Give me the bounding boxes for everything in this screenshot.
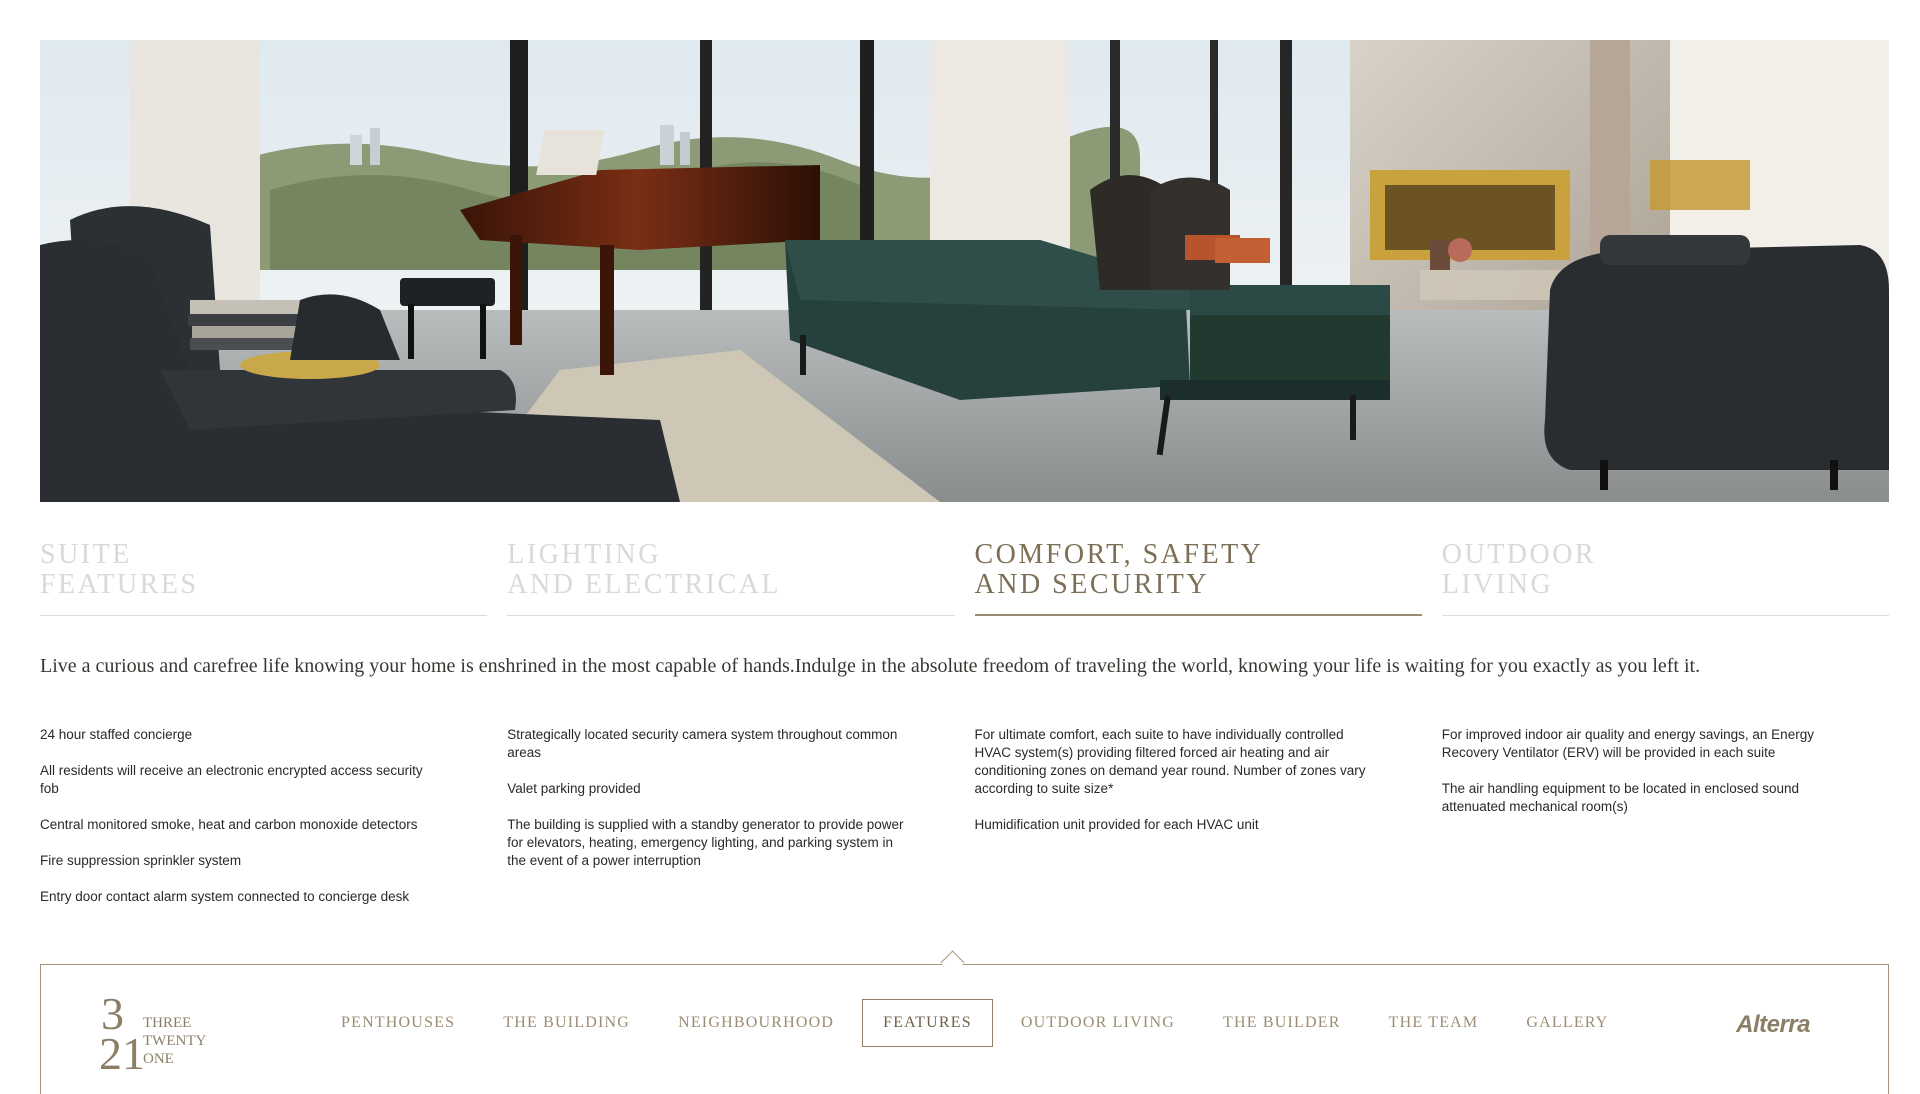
feature-item: For improved indoor air quality and ener… — [1441, 727, 1814, 760]
feature-item: 24 hour staffed concierge — [40, 727, 193, 742]
feature-item: Central monitored smoke, heat and carbon… — [40, 817, 418, 832]
nav-neighbourhood[interactable]: NEIGHBOURHOOD — [658, 1000, 854, 1046]
tab-lighting-electrical[interactable]: LIGHTING AND ELECTRICAL — [507, 539, 955, 616]
tab-comfort-safety-security[interactable]: COMFORT, SAFETY AND SECURITY — [974, 539, 1422, 616]
tab-label-line1: SUITE — [40, 539, 132, 570]
caret-up-icon — [940, 950, 965, 975]
feature-columns: 24 hour staffed concierge All residents … — [40, 726, 1889, 924]
nav-the-team[interactable]: THE TEAM — [1369, 1000, 1499, 1046]
feature-item: All residents will receive an electronic… — [40, 763, 423, 796]
feature-column: For improved indoor air quality and ener… — [1442, 726, 1889, 924]
logo-numeral-bottom: 21 — [99, 1028, 145, 1073]
feature-column: 24 hour staffed concierge All residents … — [40, 726, 487, 924]
feature-item: Strategically located security camera sy… — [507, 727, 898, 760]
feature-column: Strategically located security camera sy… — [507, 726, 954, 924]
main-nav: PENTHOUSES THE BUILDING NEIGHBOURHOOD FE… — [321, 999, 1637, 1047]
nav-the-building[interactable]: THE BUILDING — [483, 1000, 650, 1046]
logo-word: TWENTY — [143, 1033, 206, 1049]
nav-the-builder[interactable]: THE BUILDER — [1203, 1000, 1361, 1046]
feature-tabs: SUITE FEATURES LIGHTING AND ELECTRICAL C… — [40, 540, 1889, 616]
tab-label-line2: FEATURES — [40, 569, 199, 600]
tab-label-line1: COMFORT, SAFETY — [974, 539, 1264, 570]
tab-label-line1: LIGHTING — [507, 539, 661, 570]
logo-mark: 3 21 THREE TWENTY ONE — [99, 988, 206, 1079]
nav-penthouses[interactable]: PENTHOUSES — [321, 1000, 475, 1046]
tab-outdoor-living[interactable]: OUTDOOR LIVING — [1441, 539, 1889, 616]
feature-item: Humidification unit provided for each HV… — [974, 817, 1259, 832]
logo-word: ONE — [143, 1051, 174, 1067]
feature-column: For ultimate comfort, each suite to have… — [975, 726, 1422, 924]
nav-features[interactable]: FEATURES — [862, 999, 993, 1047]
tab-label-line2: LIVING — [1441, 569, 1554, 600]
feature-item: Entry door contact alarm system connecte… — [40, 889, 410, 904]
tab-label-line2: AND SECURITY — [974, 569, 1210, 600]
feature-item: For ultimate comfort, each suite to have… — [974, 727, 1366, 796]
logo-word: THREE — [143, 1015, 191, 1031]
nav-outdoor-living[interactable]: OUTDOOR LIVING — [1001, 1000, 1195, 1046]
tab-label-line1: OUTDOOR — [1441, 539, 1597, 570]
three-twenty-one-logo[interactable]: 3 21 THREE TWENTY ONE — [99, 983, 209, 1079]
feature-item: Fire suppression sprinkler system — [40, 853, 242, 868]
tab-suite-features[interactable]: SUITE FEATURES — [40, 539, 488, 616]
tab-label-line2: AND ELECTRICAL — [507, 569, 782, 600]
feature-item: The building is supplied with a standby … — [507, 817, 904, 868]
feature-item: The air handling equipment to be located… — [1441, 781, 1799, 814]
alterra-logo[interactable]: Alterra — [1736, 1011, 1810, 1039]
hero-image — [40, 40, 1889, 502]
intro-text: Live a curious and carefree life knowing… — [40, 655, 1701, 677]
feature-item: Valet parking provided — [507, 781, 641, 796]
bottom-navigation: 3 21 THREE TWENTY ONE PENTHOUSES THE BUI… — [40, 950, 1889, 1094]
nav-gallery[interactable]: GALLERY — [1506, 1000, 1628, 1046]
living-room-photo — [40, 40, 1889, 502]
